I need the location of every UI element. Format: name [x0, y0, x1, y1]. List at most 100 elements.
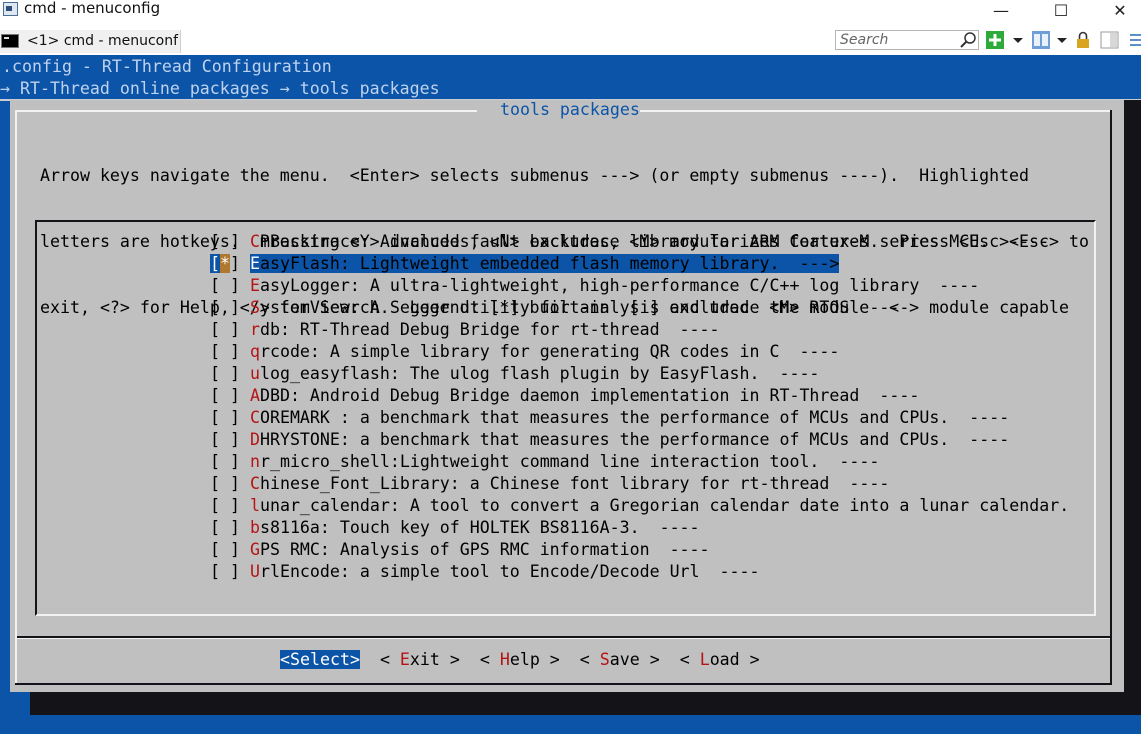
menu-item[interactable]: [ ] COREMARK : a benchmark that measures…: [210, 407, 1069, 429]
hotkey: L: [699, 650, 710, 669]
help-line: Arrow keys navigate the menu. <Enter> se…: [40, 166, 1030, 185]
menu-item[interactable]: [*] EasyFlash: Lightweight embedded flas…: [210, 253, 1069, 275]
checkbox: [ ]: [210, 298, 250, 317]
button-gap: [460, 650, 480, 669]
hotkey: q: [249, 342, 260, 361]
hotkey: S: [249, 298, 260, 317]
lock-icon[interactable]: [1075, 31, 1091, 49]
button-bracket: <: [379, 650, 400, 669]
hotkey: G: [249, 540, 260, 559]
button-gap: [660, 650, 680, 669]
minimize-button[interactable]: —: [978, 0, 1024, 20]
dropdown-icon[interactable]: [1012, 31, 1024, 49]
menu-item[interactable]: [ ] CmBacktrace: Advanced fault backtrac…: [210, 231, 1069, 253]
help-button[interactable]: < Help >: [480, 650, 560, 669]
checkbox: [ ]: [210, 232, 250, 251]
new-console-icon[interactable]: [985, 31, 1005, 49]
menu-item-label: ystemView: A Segger utility for analysis…: [259, 298, 910, 317]
menu-item[interactable]: [ ] lunar_calendar: A tool to convert a …: [210, 495, 1069, 517]
button-label: elp >: [509, 650, 560, 669]
checkbox-bracket: ]: [230, 254, 250, 273]
dialog-border: [640, 110, 1112, 112]
menu-item[interactable]: [ ] ulog_easyflash: The ulog flash plugi…: [210, 363, 1069, 385]
menu-item-label: rcode: A simple library for generating Q…: [259, 342, 840, 361]
hotkey: H: [499, 650, 510, 669]
checkbox: [ ]: [210, 386, 250, 405]
package-menu-list[interactable]: [ ] CmBacktrace: Advanced fault backtrac…: [210, 231, 1069, 583]
menu-item[interactable]: [ ] DHRYSTONE: a benchmark that measures…: [210, 429, 1069, 451]
menu-item-label: s8116a: Touch key of HOLTEK BS8116A-3. -…: [259, 518, 700, 537]
button-label: oad >: [709, 650, 760, 669]
checkbox: [ ]: [210, 320, 250, 339]
toolbar-split-icon[interactable]: [1100, 31, 1120, 49]
menu-item-label: DBD: Android Debug Bridge daemon impleme…: [259, 386, 920, 405]
checkbox: [ ]: [210, 408, 250, 427]
hotkey: l: [249, 496, 260, 515]
checkbox-bracket: [: [210, 254, 220, 273]
checkbox: [ ]: [210, 342, 250, 361]
save-button[interactable]: < Save >: [580, 650, 660, 669]
hotkey: D: [249, 430, 260, 449]
hotkey: b: [249, 518, 260, 537]
hotkey: r: [249, 320, 260, 339]
dialog-border: [15, 110, 477, 112]
menu-item[interactable]: [ ] nr_micro_shell:Lightweight command l…: [210, 451, 1069, 473]
menu-item-label: EasyFlash: Lightweight embedded flash me…: [249, 254, 840, 273]
menu-item-label: HRYSTONE: a benchmark that measures the …: [259, 430, 1010, 449]
maximize-button[interactable]: ☐: [1038, 0, 1084, 20]
hotkey: u: [249, 364, 260, 383]
hotkey: C: [249, 408, 260, 427]
dropdown-icon[interactable]: [1056, 31, 1068, 49]
button-label: ave >: [609, 650, 660, 669]
menu-item-label: hinese_Font_Library: a Chinese font libr…: [259, 474, 890, 493]
window-title: cmd - menuconfig: [24, 0, 161, 17]
menu-item-label: db: RT-Thread Debug Bridge for rt-thread…: [259, 320, 720, 339]
exit-button[interactable]: < Exit >: [380, 650, 460, 669]
button-bracket: <: [679, 650, 700, 669]
button-gap: [360, 650, 380, 669]
hotkey: A: [249, 386, 260, 405]
menu-item[interactable]: [ ] Chinese_Font_Library: a Chinese font…: [210, 473, 1069, 495]
dialog-border: [15, 110, 17, 685]
dialog-title: tools packages: [490, 100, 650, 119]
hotkey: S: [599, 650, 610, 669]
menu-item[interactable]: [ ] qrcode: A simple library for generat…: [210, 341, 1069, 363]
checkbox: [ ]: [210, 364, 250, 383]
menu-item-label: mBacktrace: Advanced fault backtrace lib…: [259, 232, 1050, 251]
close-button[interactable]: ✕: [1097, 0, 1141, 20]
checkbox: [ ]: [210, 562, 250, 581]
load-button[interactable]: < Load >: [680, 650, 760, 669]
menu-icon[interactable]: [1128, 31, 1141, 49]
checkbox: [ ]: [210, 452, 250, 471]
dialog-border: [1110, 110, 1112, 685]
window-title-bar[interactable]: [0, 0, 1141, 29]
cmd-app-icon: [3, 2, 18, 16]
select-button[interactable]: <Select>: [280, 650, 360, 669]
hotkey: U: [249, 562, 260, 581]
button-bracket: <: [579, 650, 600, 669]
menu-item[interactable]: [ ] GPS RMC: Analysis of GPS RMC informa…: [210, 539, 1069, 561]
menu-item[interactable]: [ ] rdb: RT-Thread Debug Bridge for rt-t…: [210, 319, 1069, 341]
search-icon[interactable]: [959, 31, 977, 49]
maximize-icon: ☐: [1053, 0, 1069, 20]
panes-icon[interactable]: [1031, 31, 1051, 49]
menu-item[interactable]: [ ] UrlEncode: a simple tool to Encode/D…: [210, 561, 1069, 583]
menu-item[interactable]: [ ] EasyLogger: A ultra-lightweight, hig…: [210, 275, 1069, 297]
hotkey: E: [249, 254, 260, 273]
label-rest: asyFlash: Lightweight embedded flash mem…: [259, 254, 840, 273]
menu-item[interactable]: [ ] bs8116a: Touch key of HOLTEK BS8116A…: [210, 517, 1069, 539]
button-bracket: <: [479, 650, 500, 669]
checkbox: [ ]: [210, 496, 250, 515]
button-gap: [560, 650, 580, 669]
menu-item[interactable]: [ ] ADBD: Android Debug Bridge daemon im…: [210, 385, 1069, 407]
button-bracket: <: [280, 650, 290, 669]
hotkey: E: [249, 276, 260, 295]
menu-item-label: unar_calendar: A tool to convert a Grego…: [259, 496, 1070, 515]
hotkey: n: [249, 452, 260, 471]
dialog-button-row: <Select> < Exit > < Help > < Save > < Lo…: [280, 649, 760, 671]
dialog-border: [15, 683, 1112, 685]
menu-item-label: asyLogger: A ultra-lightweight, high-per…: [259, 276, 980, 295]
breadcrumb: → RT-Thread online packages → tools pack…: [0, 79, 440, 98]
button-label: elect>: [300, 650, 360, 669]
menu-item[interactable]: [ ] SystemView: A Segger utility for ana…: [210, 297, 1069, 319]
